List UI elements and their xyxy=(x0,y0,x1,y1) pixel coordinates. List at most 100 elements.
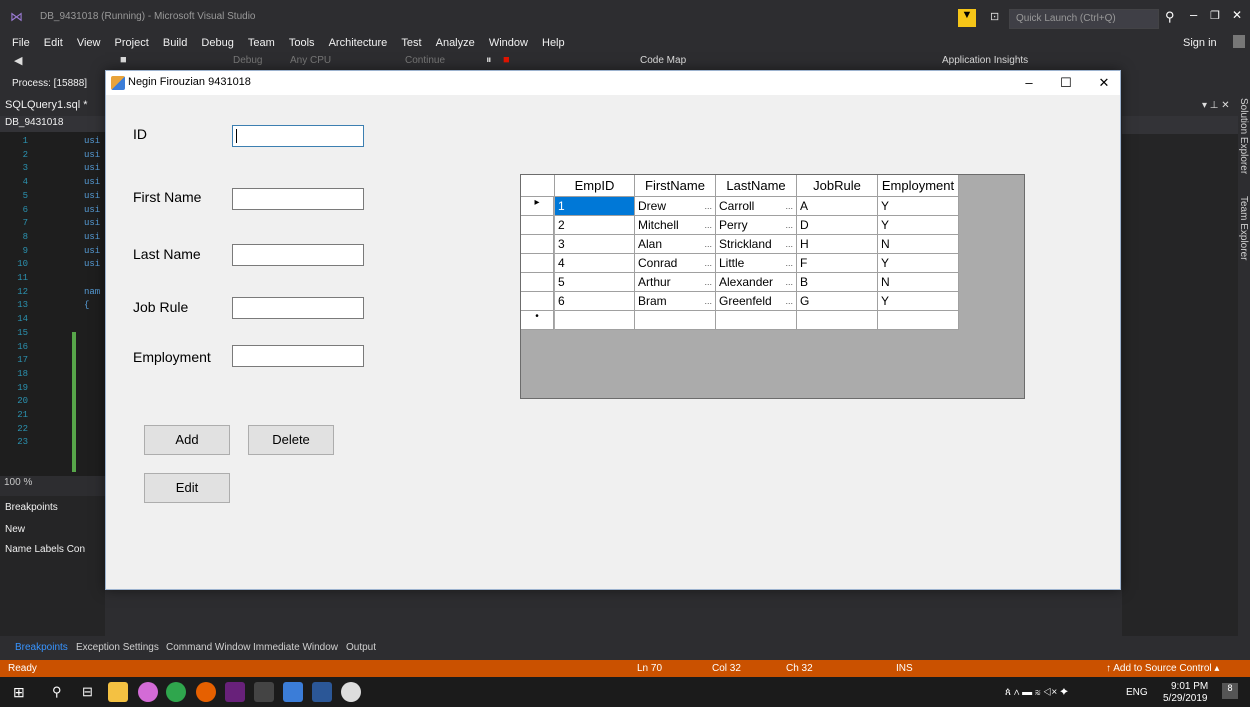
task-view-icon[interactable]: ⊟ xyxy=(82,684,93,700)
menu-view[interactable]: View xyxy=(77,37,101,49)
code-line[interactable]: usi xyxy=(84,163,100,173)
grid-cell[interactable]: Arthur... xyxy=(635,273,716,292)
winform-app-icon[interactable] xyxy=(283,682,303,702)
menu-window[interactable]: Window xyxy=(489,37,528,49)
form-close-icon[interactable]: ✕ xyxy=(1094,75,1114,91)
code-editor[interactable]: 1 usi 2 usi 3 usi 4 usi 5 usi 6 usi 7 usi 8 usi 9 usi 10 us… xyxy=(0,132,105,476)
grid-cell[interactable]: 2 xyxy=(555,216,635,235)
grid-cell[interactable]: 1 xyxy=(555,197,635,216)
grid-cell[interactable]: Strickland... xyxy=(716,235,797,254)
code-line[interactable]: usi xyxy=(84,150,100,160)
code-line[interactable]: { xyxy=(84,300,89,310)
tab-solution-explorer[interactable]: Solution Explorer xyxy=(1238,98,1249,174)
job-rule-input[interactable] xyxy=(232,297,364,319)
grid-cell[interactable]: N xyxy=(878,235,959,254)
account-icon[interactable] xyxy=(1233,35,1245,48)
grid-cell[interactable]: D xyxy=(797,216,878,235)
add-to-source-control[interactable]: ↑ Add to Source Control ▴ xyxy=(1106,663,1219,674)
grid-column-header[interactable]: Employment xyxy=(878,175,959,197)
edit-button[interactable]: Edit xyxy=(144,473,230,503)
notification-icon[interactable]: 8 xyxy=(1222,683,1238,699)
sign-in-link[interactable]: Sign in xyxy=(1183,37,1217,49)
back-icon[interactable]: ◀ xyxy=(14,54,22,67)
code-line[interactable]: usi xyxy=(84,177,100,187)
editor-scope-dropdown[interactable]: DB_9431018 xyxy=(0,116,105,132)
firefox-icon[interactable] xyxy=(196,682,216,702)
grid-cell[interactable]: N xyxy=(878,273,959,292)
grid-cell[interactable]: Y xyxy=(878,292,959,311)
grid-cell[interactable]: Drew... xyxy=(635,197,716,216)
grid-cell[interactable]: 4 xyxy=(555,254,635,273)
word-icon[interactable] xyxy=(312,682,332,702)
grid-cell[interactable]: Perry... xyxy=(716,216,797,235)
last-name-input[interactable] xyxy=(232,244,364,266)
grid-row-header[interactable] xyxy=(521,216,554,235)
code-line[interactable]: usi xyxy=(84,218,100,228)
clock-time[interactable]: 9:01 PM xyxy=(1171,681,1208,692)
visual-studio-icon[interactable] xyxy=(225,682,245,702)
grid-cell[interactable]: H xyxy=(797,235,878,254)
grid-cell[interactable]: Mitchell... xyxy=(635,216,716,235)
grid-new-row-cell[interactable] xyxy=(635,311,716,330)
grid-corner-header[interactable] xyxy=(521,175,555,197)
grid-cell[interactable]: F xyxy=(797,254,878,273)
grid-row-header[interactable] xyxy=(521,254,554,273)
grid-new-row-cell[interactable] xyxy=(555,311,635,330)
grid-column-header[interactable]: JobRule xyxy=(797,175,878,197)
menu-architecture[interactable]: Architecture xyxy=(329,37,388,49)
zoom-level[interactable]: 100 % xyxy=(0,476,105,490)
menu-edit[interactable]: Edit xyxy=(44,37,63,49)
code-line[interactable]: usi xyxy=(84,136,100,146)
first-name-input[interactable] xyxy=(232,188,364,210)
grid-row-header[interactable] xyxy=(521,235,554,254)
menu-project[interactable]: Project xyxy=(115,37,149,49)
menu-debug[interactable]: Debug xyxy=(201,37,233,49)
grid-row-header[interactable] xyxy=(521,273,554,292)
tab-immediate-window[interactable]: Immediate Window xyxy=(253,642,338,653)
language-indicator[interactable]: ENG xyxy=(1126,687,1148,698)
pause-icon[interactable]: ⏸ xyxy=(486,54,492,67)
grid-cell[interactable]: G xyxy=(797,292,878,311)
editor-tab-sqlquery[interactable]: SQLQuery1.sql * xyxy=(0,96,105,116)
grid-row-header[interactable]: • xyxy=(521,311,554,330)
film-icon[interactable] xyxy=(254,682,274,702)
feedback-icon[interactable]: ⊡ xyxy=(990,10,999,23)
search-icon[interactable]: ⚲ xyxy=(1165,9,1175,25)
code-line[interactable]: nam xyxy=(84,287,100,297)
grid-column-header[interactable]: EmpID xyxy=(555,175,635,197)
clock-date[interactable]: 5/29/2019 xyxy=(1163,693,1208,704)
tab-team-explorer[interactable]: Team Explorer xyxy=(1238,196,1249,260)
quick-launch-input[interactable]: Quick Launch (Ctrl+Q) xyxy=(1009,9,1159,29)
id-input[interactable] xyxy=(232,125,364,147)
platform-config[interactable]: Any CPU xyxy=(290,55,331,66)
grid-cell[interactable]: B xyxy=(797,273,878,292)
menu-file[interactable]: File xyxy=(12,37,30,49)
menu-tools[interactable]: Tools xyxy=(289,37,315,49)
code-line[interactable]: usi xyxy=(84,259,100,269)
app-insights-button[interactable]: Application Insights xyxy=(942,55,1028,66)
pin-icon[interactable]: ▾ ⊥ ✕ xyxy=(1202,100,1230,111)
add-button[interactable]: Add xyxy=(144,425,230,455)
system-tray-icons[interactable]: ጰ ∧ ▬ ≋ ◁× ✦ xyxy=(1005,687,1068,698)
grid-cell[interactable]: Alan... xyxy=(635,235,716,254)
file-explorer-icon[interactable] xyxy=(108,682,128,702)
delete-button[interactable]: Delete xyxy=(248,425,334,455)
menu-team[interactable]: Team xyxy=(248,37,275,49)
employee-data-grid[interactable]: EmpID FirstName LastName JobRule Employment ▸… xyxy=(520,174,1025,399)
save-icon[interactable]: ■ xyxy=(120,54,127,66)
tab-command-window[interactable]: Command Window xyxy=(166,642,250,653)
code-line[interactable]: usi xyxy=(84,205,100,215)
code-line[interactable]: usi xyxy=(84,191,100,201)
grid-cell[interactable]: Y xyxy=(878,254,959,273)
debug-config[interactable]: Debug xyxy=(233,55,262,66)
search-taskbar-icon[interactable]: ⚲ xyxy=(52,684,62,700)
bp-new-button[interactable]: New xyxy=(5,524,25,535)
grid-cell[interactable]: Bram... xyxy=(635,292,716,311)
close-icon[interactable]: ✕ xyxy=(1232,8,1242,22)
process-selector[interactable]: Process: [15888] xyxy=(12,78,87,89)
menu-help[interactable]: Help xyxy=(542,37,565,49)
minimize-icon[interactable]: – xyxy=(1190,7,1197,22)
grid-cell[interactable]: Carroll... xyxy=(716,197,797,216)
grid-cell[interactable]: 5 xyxy=(555,273,635,292)
menu-test[interactable]: Test xyxy=(401,37,421,49)
